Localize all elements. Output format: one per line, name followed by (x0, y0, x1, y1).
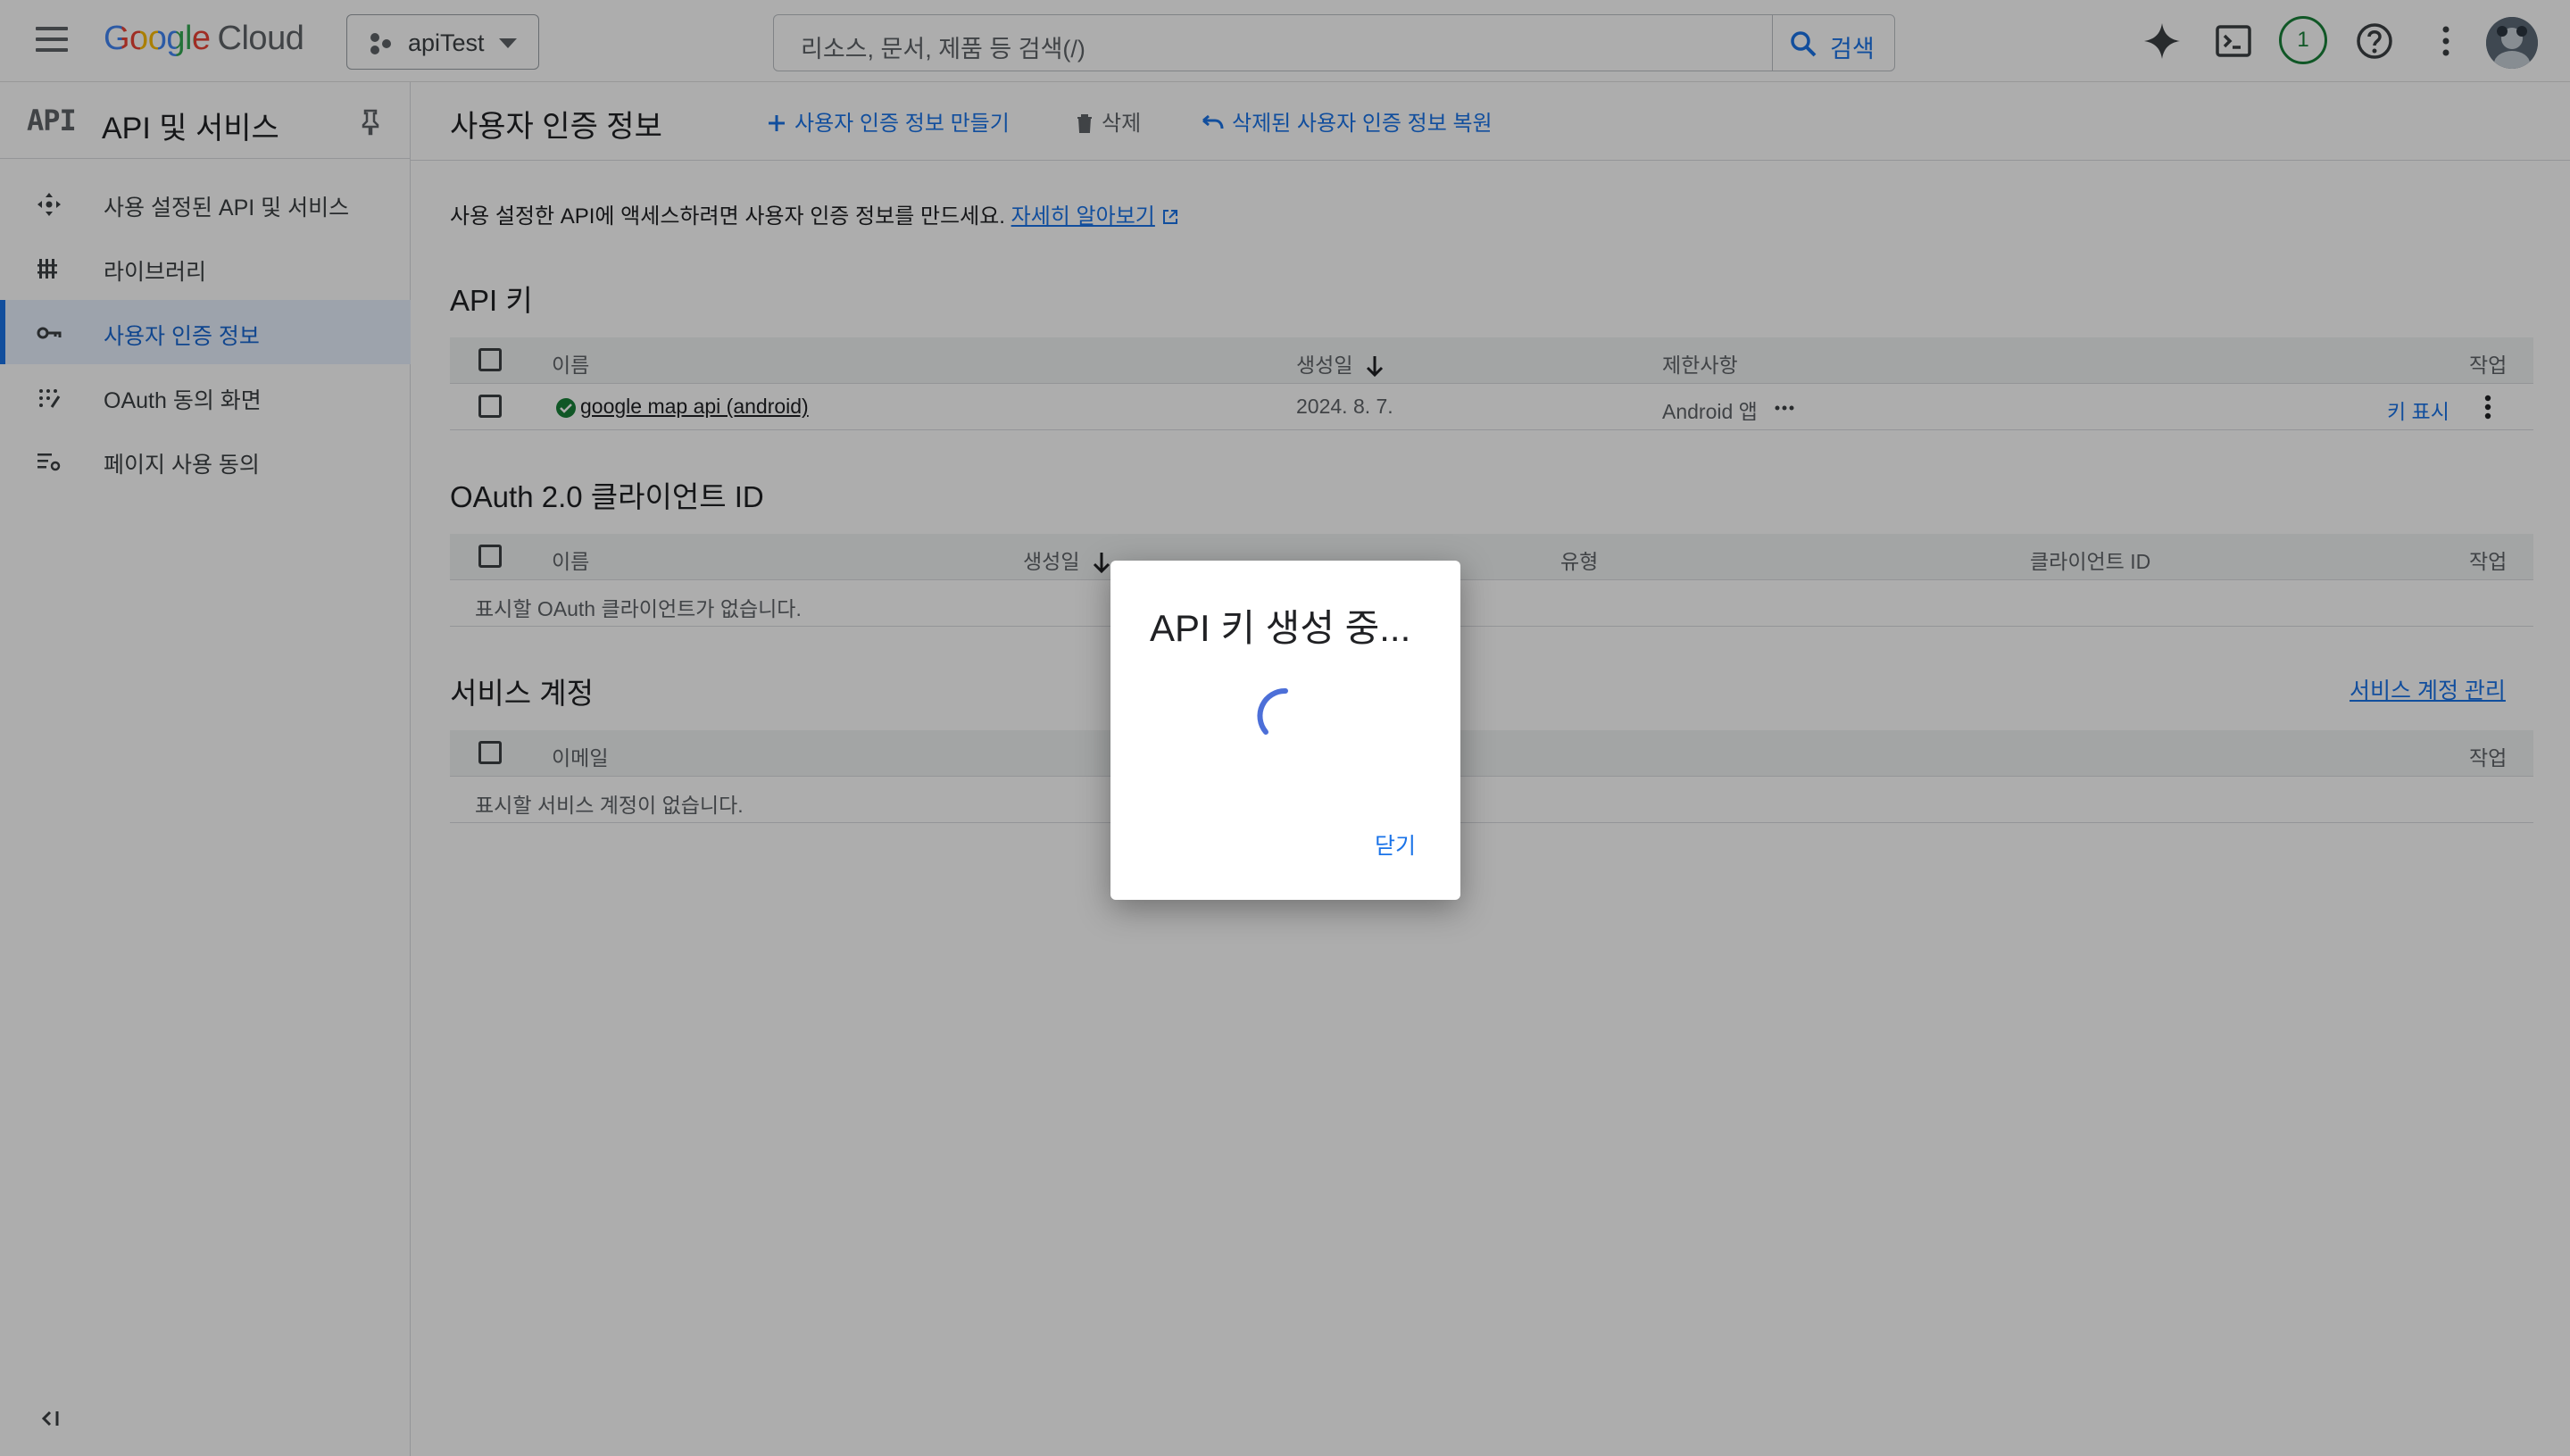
close-button[interactable]: 닫기 (1375, 828, 1416, 861)
creating-api-key-dialog: API 키 생성 중... 닫기 (1110, 561, 1460, 900)
loading-spinner-icon (1257, 687, 1288, 735)
dialog-title: API 키 생성 중... (1150, 607, 1411, 649)
